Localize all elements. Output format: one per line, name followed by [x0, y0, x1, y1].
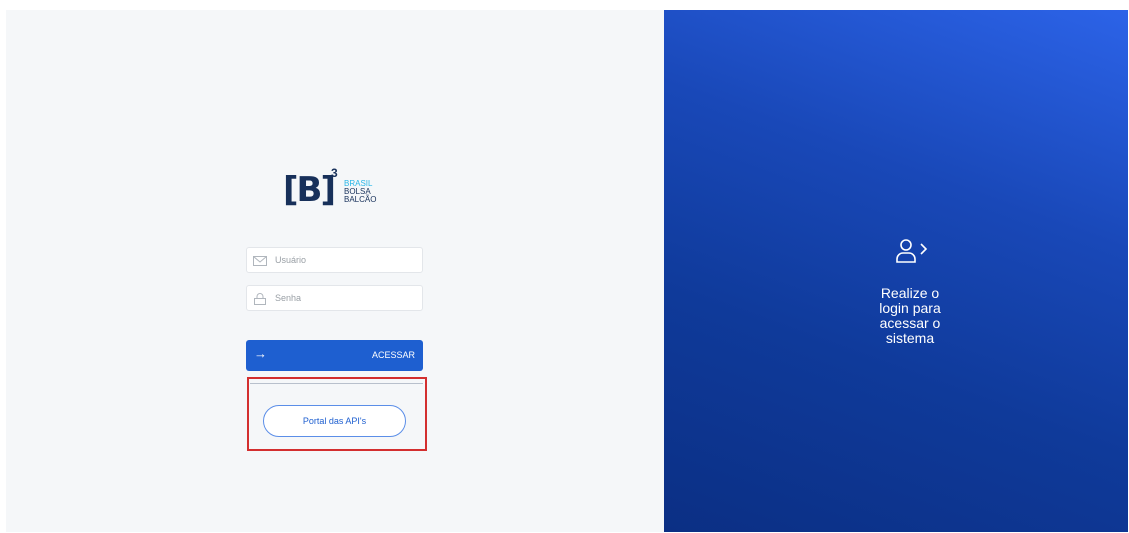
login-message-line-1: Realize o: [880, 285, 940, 301]
login-message-line-3: acessar o: [879, 315, 941, 331]
acessar-label: ACESSAR: [371, 350, 415, 360]
password-field[interactable]: [246, 285, 423, 311]
acessar-button[interactable]: → ACESSAR: [246, 340, 423, 371]
username-field[interactable]: [246, 247, 423, 273]
login-message: Realize o login para acessar o sistema: [855, 286, 965, 346]
arrow-right-icon: →: [254, 346, 267, 361]
lock-icon: [253, 292, 267, 305]
login-message-line-2: login para: [879, 300, 941, 316]
logo-line-3: BALCÃO: [344, 195, 377, 204]
logo-mark: [B]: [283, 170, 336, 210]
password-input[interactable]: [275, 286, 415, 310]
info-panel: [664, 10, 1128, 532]
mail-icon: [253, 254, 267, 266]
user-login-icon: [895, 238, 933, 264]
logo-superscript: 3: [331, 166, 338, 180]
divider: [250, 383, 423, 384]
b3-logo: [B] 3 BRASIL BOLSA BALCÃO: [283, 166, 403, 220]
login-message-line-4: sistema: [885, 330, 935, 346]
portal-apis-button[interactable]: Portal das API's: [263, 405, 406, 437]
username-input[interactable]: [275, 248, 415, 272]
